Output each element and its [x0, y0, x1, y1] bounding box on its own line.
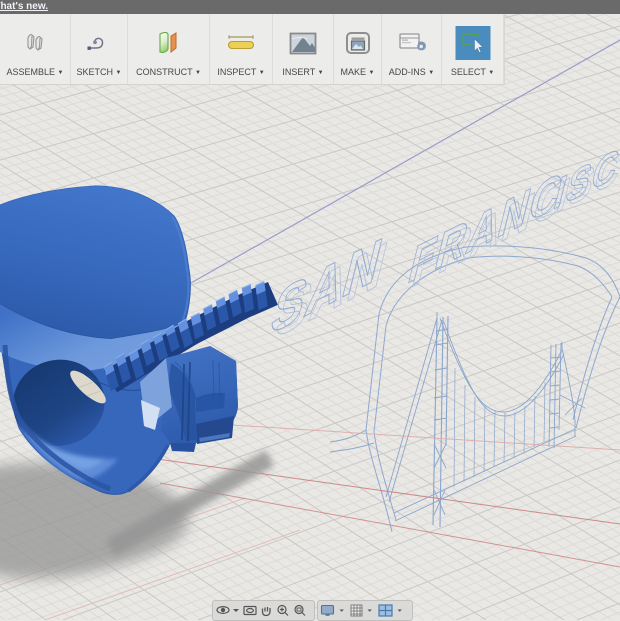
svg-text:SAN: SAN [265, 221, 391, 348]
